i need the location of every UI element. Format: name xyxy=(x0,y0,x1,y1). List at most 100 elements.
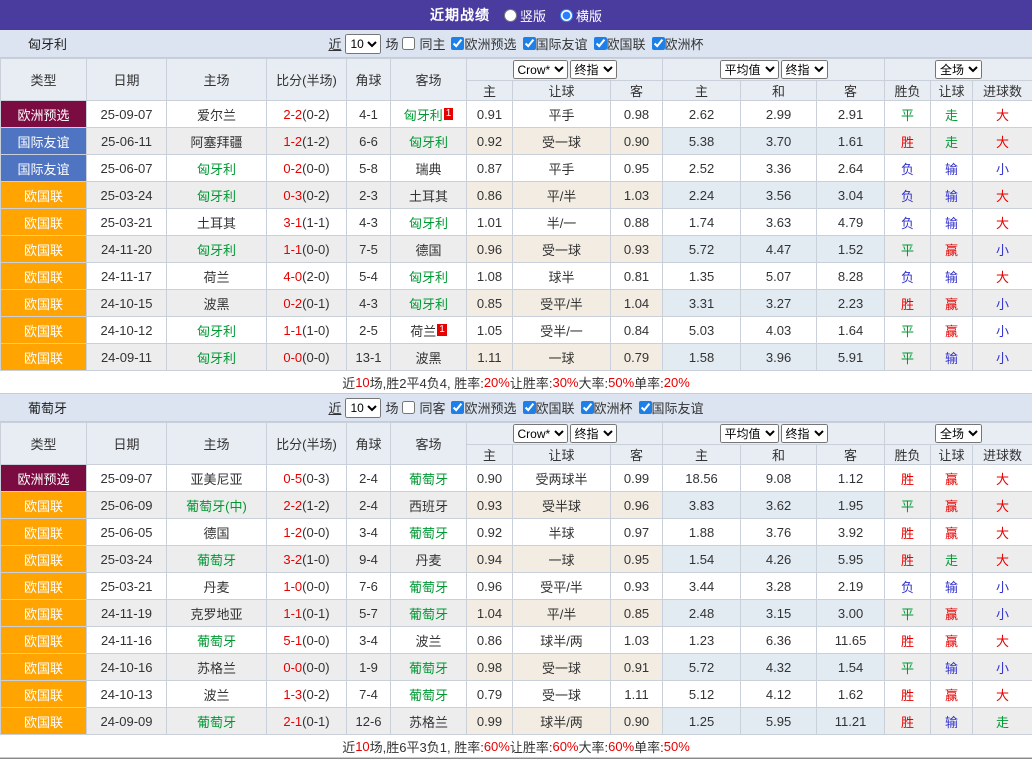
avg-away-odds: 1.62 xyxy=(817,681,885,708)
result-handicap: 输 xyxy=(931,573,973,600)
result-wdl: 负 xyxy=(885,263,931,290)
avg-home-odds: 5.38 xyxy=(663,128,741,155)
league-filter[interactable]: 欧国联 xyxy=(523,398,575,417)
team-name: 葡萄牙(中) xyxy=(186,499,247,514)
near-label[interactable]: 近 xyxy=(328,34,341,53)
team-name: 苏格兰 xyxy=(197,661,236,676)
matches-table-portugal: 类型 日期 主场 比分(半场) 角球 客场 Crow*终指 平均值终指 全场 主… xyxy=(0,422,1032,735)
team-name-portugal: 葡萄牙 xyxy=(28,398,67,417)
col-header-type: 类型 xyxy=(1,59,87,101)
league-checkbox[interactable] xyxy=(451,401,464,414)
odds-time-select[interactable]: 终指 xyxy=(570,424,617,443)
same-home-checkbox[interactable] xyxy=(402,37,415,50)
match-type-badge: 欧国联 xyxy=(1,546,87,573)
same-away-checkbox[interactable] xyxy=(402,401,415,414)
result-wdl: 胜 xyxy=(885,519,931,546)
team-name: 西班牙 xyxy=(409,499,448,514)
col-header-ah-home: 主 xyxy=(467,81,513,101)
team-name: 葡萄牙 xyxy=(197,553,236,568)
league-filter[interactable]: 欧洲杯 xyxy=(581,398,633,417)
summary-segment: 60% xyxy=(484,739,510,754)
match-row: 欧国联24-09-11匈牙利0-0(0-0)13-1波黑1.11一球0.791.… xyxy=(1,344,1032,371)
league-filter[interactable]: 国际友谊 xyxy=(523,34,588,53)
result-wdl: 平 xyxy=(885,492,931,519)
match-row: 欧洲预选25-09-07亚美尼亚0-5(0-3)2-4葡萄牙0.90受两球半0.… xyxy=(1,465,1032,492)
result-goals: 小 xyxy=(973,155,1032,182)
league-filter[interactable]: 欧洲预选 xyxy=(451,398,516,417)
odds-source-select[interactable]: Crow* xyxy=(513,60,568,79)
ah-away-odds: 0.95 xyxy=(611,546,663,573)
league-checkbox[interactable] xyxy=(581,401,594,414)
odds-time-select[interactable]: 终指 xyxy=(570,60,617,79)
team-name: 匈牙利 xyxy=(404,108,443,123)
league-filter[interactable]: 欧国联 xyxy=(594,34,646,53)
average-time-select[interactable]: 终指 xyxy=(781,60,828,79)
match-type-badge: 欧国联 xyxy=(1,290,87,317)
vertical-view-radio[interactable] xyxy=(504,9,517,22)
team-name: 土耳其 xyxy=(197,216,236,231)
ah-home-odds: 0.86 xyxy=(467,182,513,209)
horizontal-view-radio[interactable] xyxy=(560,9,573,22)
corner-count: 7-5 xyxy=(347,236,391,263)
league-checkbox[interactable] xyxy=(451,37,464,50)
match-type-badge: 欧国联 xyxy=(1,236,87,263)
fulltime-score: 0-2 xyxy=(283,161,302,176)
average-select[interactable]: 平均值 xyxy=(720,60,779,79)
score-cell: 3-2(1-0) xyxy=(267,546,347,573)
match-count-select[interactable]: 10 xyxy=(345,398,381,418)
fulltime-score: 1-1 xyxy=(283,323,302,338)
halftime-score: (0-0) xyxy=(302,242,329,257)
view-option-vertical[interactable]: 竖版 xyxy=(504,6,546,25)
score-cell: 0-0(0-0) xyxy=(267,654,347,681)
home-team-cell: 匈牙利 xyxy=(167,182,267,209)
scope-select[interactable]: 全场 xyxy=(935,60,982,79)
match-date: 25-06-07 xyxy=(87,155,167,182)
scope-select[interactable]: 全场 xyxy=(935,424,982,443)
near-label[interactable]: 近 xyxy=(328,398,341,417)
result-handicap: 走 xyxy=(931,128,973,155)
league-checkbox[interactable] xyxy=(594,37,607,50)
col-header-result-goals: 进球数 xyxy=(973,445,1032,465)
summary-segment: 单率: xyxy=(634,737,664,756)
match-row: 国际友谊25-06-11阿塞拜疆1-2(1-2)6-6匈牙利0.92受一球0.9… xyxy=(1,128,1032,155)
halftime-score: (0-2) xyxy=(302,107,329,122)
ah-away-odds: 0.91 xyxy=(611,654,663,681)
fulltime-score: 0-3 xyxy=(283,188,302,203)
summary-segment: 50% xyxy=(664,739,690,754)
red-card-badge: 1 xyxy=(444,108,454,120)
league-label: 欧洲杯 xyxy=(594,398,633,417)
result-wdl: 平 xyxy=(885,344,931,371)
halftime-score: (0-0) xyxy=(302,579,329,594)
summary-segment: 10 xyxy=(355,375,369,390)
avg-away-odds: 1.61 xyxy=(817,128,885,155)
ah-away-odds: 0.88 xyxy=(611,209,663,236)
average-time-select[interactable]: 终指 xyxy=(781,424,828,443)
away-team-cell: 葡萄牙 xyxy=(391,519,467,546)
result-handicap: 赢 xyxy=(931,492,973,519)
league-checkbox[interactable] xyxy=(523,401,536,414)
league-filter[interactable]: 欧洲杯 xyxy=(652,34,704,53)
team-name: 匈牙利 xyxy=(197,162,236,177)
avg-home-odds: 1.35 xyxy=(663,263,741,290)
odds-source-select[interactable]: Crow* xyxy=(513,424,568,443)
view-option-horizontal[interactable]: 横版 xyxy=(560,6,602,25)
scope-group: 全场 xyxy=(885,423,1032,445)
home-team-cell: 爱尔兰 xyxy=(167,101,267,128)
average-select[interactable]: 平均值 xyxy=(720,424,779,443)
league-checkbox[interactable] xyxy=(523,37,536,50)
ah-away-odds: 0.95 xyxy=(611,155,663,182)
fulltime-score: 0-2 xyxy=(283,296,302,311)
league-filter[interactable]: 国际友谊 xyxy=(639,398,704,417)
avg-draw-odds: 4.47 xyxy=(741,236,817,263)
col-header-date: 日期 xyxy=(87,423,167,465)
league-checkbox[interactable] xyxy=(652,37,665,50)
result-wdl: 平 xyxy=(885,317,931,344)
result-goals: 大 xyxy=(973,681,1032,708)
team-name: 德国 xyxy=(415,243,441,258)
league-checkbox[interactable] xyxy=(639,401,652,414)
ah-home-odds: 0.91 xyxy=(467,101,513,128)
result-handicap: 输 xyxy=(931,344,973,371)
ah-home-odds: 1.11 xyxy=(467,344,513,371)
league-filter[interactable]: 欧洲预选 xyxy=(451,34,516,53)
match-count-select[interactable]: 10 xyxy=(345,34,381,54)
